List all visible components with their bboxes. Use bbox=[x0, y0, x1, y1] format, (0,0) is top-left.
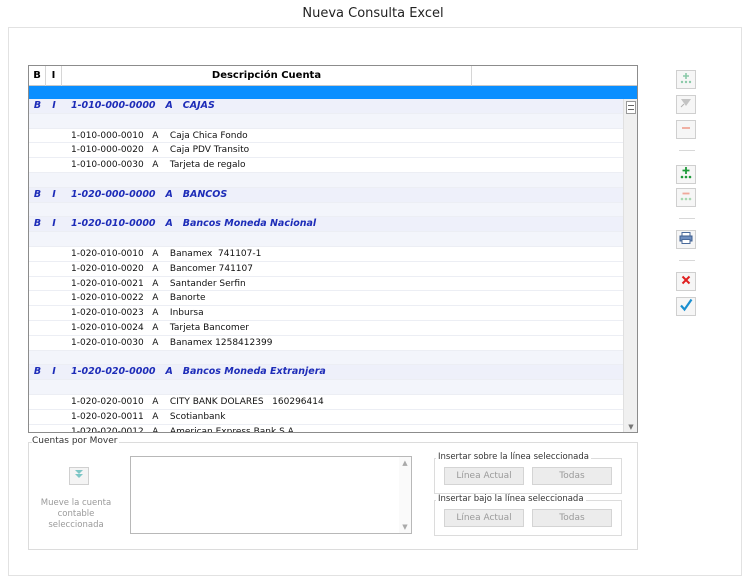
filter-icon bbox=[680, 99, 691, 108]
cell-description: 1-020-020-0012 A American Express Bank S… bbox=[71, 426, 297, 433]
cell-description: 1-020-010-0024 A Tarjeta Bancomer bbox=[71, 322, 249, 333]
remove-group-button[interactable] bbox=[676, 188, 696, 207]
window-title: Nueva Consulta Excel bbox=[302, 6, 444, 21]
scroll-down-icon[interactable]: ▼ bbox=[399, 523, 411, 531]
add-row-icon bbox=[680, 73, 692, 84]
insert-below-current-button[interactable]: Línea Actual bbox=[444, 509, 524, 527]
move-account-button[interactable] bbox=[69, 467, 89, 485]
group-row[interactable]: B I 1-010-000-0000 A CAJAS bbox=[29, 99, 623, 114]
table-row[interactable]: 1-020-020-0011 A Scotianbank bbox=[29, 410, 623, 425]
group-row[interactable]: B I 1-020-000-0000 A BANCOS bbox=[29, 187, 623, 203]
cell-description: 1-020-010-0020 A Bancomer 741107 bbox=[71, 263, 253, 274]
cell-description: 1-010-000-0020 A Caja PDV Transito bbox=[71, 145, 250, 156]
grid-scrollbar[interactable]: ▼ bbox=[623, 99, 637, 432]
insert-above-title: Insertar sobre la línea seleccionada bbox=[436, 452, 591, 462]
blank-row[interactable] bbox=[29, 380, 623, 395]
table-row[interactable]: 1-020-010-0020 A Bancomer 741107 bbox=[29, 262, 623, 277]
cell-i: I bbox=[52, 188, 56, 200]
toolbar-separator bbox=[679, 260, 695, 261]
cancel-button[interactable] bbox=[676, 272, 696, 291]
cell-description: 1-020-010-0022 A Banorte bbox=[71, 293, 206, 304]
cell-i: I bbox=[52, 100, 56, 111]
cell-description: 1-020-010-0010 A Banamex 741107-1 bbox=[71, 248, 262, 259]
blank-row[interactable] bbox=[29, 172, 623, 188]
cell-description: 1-020-010-0030 A Banamex 1258412399 bbox=[71, 337, 273, 348]
insert-above-all-button[interactable]: Todas bbox=[532, 467, 612, 485]
scrollbar-thumb[interactable] bbox=[626, 101, 636, 114]
table-row[interactable]: 1-020-010-0024 A Tarjeta Bancomer bbox=[29, 321, 623, 336]
cell-i: I bbox=[52, 218, 56, 230]
cell-description: 1-020-000-0000 A BANCOS bbox=[71, 188, 228, 200]
table-row[interactable]: 1-020-010-0023 A Inbursa bbox=[29, 306, 623, 321]
cell-b: B bbox=[33, 366, 42, 378]
blank-row[interactable] bbox=[29, 350, 623, 366]
accept-button[interactable] bbox=[676, 297, 696, 316]
accounts-to-move-list[interactable]: ▲ ▼ bbox=[130, 456, 412, 534]
list-scrollbar[interactable]: ▲ ▼ bbox=[399, 457, 411, 533]
header-description[interactable]: Descripción Cuenta bbox=[62, 66, 472, 86]
checkmark-icon bbox=[680, 298, 693, 312]
cell-description: 1-020-010-0023 A Inbursa bbox=[71, 308, 204, 319]
add-row-button[interactable] bbox=[676, 70, 696, 89]
table-row[interactable]: 1-020-010-0030 A Banamex 1258412399 bbox=[29, 336, 623, 351]
print-button[interactable] bbox=[676, 230, 696, 249]
cell-description: 1-020-010-0000 A Bancos Moneda Nacional bbox=[71, 218, 317, 230]
blank-row[interactable] bbox=[29, 113, 623, 129]
selected-row[interactable] bbox=[29, 86, 637, 99]
remove-group-icon bbox=[680, 192, 692, 201]
close-icon bbox=[681, 275, 691, 285]
toolbar-separator bbox=[679, 150, 695, 151]
filter-button[interactable] bbox=[676, 95, 696, 114]
table-row[interactable]: 1-020-010-0022 A Banorte bbox=[29, 291, 623, 307]
table-row[interactable]: 1-020-020-0012 A American Express Bank S… bbox=[29, 425, 623, 433]
header-i[interactable]: I bbox=[46, 66, 62, 86]
header-b[interactable]: B bbox=[29, 66, 46, 86]
cell-description: 1-020-010-0021 A Santander Serfin bbox=[71, 278, 246, 289]
remove-row-icon bbox=[682, 127, 690, 129]
table-row[interactable]: 1-010-000-0030 A Tarjeta de regalo bbox=[29, 158, 623, 173]
table-row[interactable]: 1-020-020-0010 A CITY BANK DOLARES 16029… bbox=[29, 395, 623, 410]
print-icon bbox=[679, 232, 693, 244]
scroll-up-icon[interactable]: ▲ bbox=[399, 459, 411, 467]
grid-rows: B I 1-010-000-0000 A CAJAS 1-010-000-0010 A… bbox=[29, 99, 623, 433]
cell-b: B bbox=[33, 100, 42, 111]
group-row[interactable]: B I 1-020-010-0000 A Bancos Moneda Naciona… bbox=[29, 217, 623, 233]
table-row[interactable]: 1-010-000-0010 A Caja Chica Fondo bbox=[29, 129, 623, 144]
cell-b: B bbox=[33, 218, 42, 230]
insert-below-title: Insertar bajo la línea seleccionada bbox=[436, 494, 586, 504]
cell-description: 1-010-000-0030 A Tarjeta de regalo bbox=[71, 160, 246, 171]
grid-header: B I Descripción Cuenta bbox=[29, 66, 637, 86]
accounts-grid[interactable]: B I Descripción Cuenta B I 1-010-000-0000 … bbox=[28, 65, 638, 433]
cell-i: I bbox=[52, 366, 56, 378]
table-row[interactable]: 1-020-010-0021 A Santander Serfin bbox=[29, 277, 623, 292]
scroll-down-icon[interactable]: ▼ bbox=[624, 421, 637, 432]
blank-row[interactable] bbox=[29, 202, 623, 218]
insert-below-all-button[interactable]: Todas bbox=[532, 509, 612, 527]
cell-description: 1-020-020-0011 A Scotianbank bbox=[71, 411, 226, 422]
blank-row[interactable] bbox=[29, 232, 623, 247]
remove-row-button[interactable] bbox=[676, 120, 696, 139]
cell-description: 1-010-000-0010 A Caja Chica Fondo bbox=[71, 130, 248, 141]
group-row[interactable]: B I 1-020-020-0000 A Bancos Moneda Extranj… bbox=[29, 365, 623, 381]
move-accounts-title: Cuentas por Mover bbox=[32, 436, 120, 446]
move-help-text: Mueve la cuenta contable seleccionada bbox=[40, 498, 112, 530]
table-row[interactable]: 1-020-010-0010 A Banamex 741107-1 bbox=[29, 247, 623, 262]
cell-description: 1-020-020-0000 A Bancos Moneda Extranjer… bbox=[71, 366, 326, 378]
toolbar-separator bbox=[679, 218, 695, 219]
move-down-icon bbox=[75, 470, 83, 478]
cell-description: 1-010-000-0000 A CAJAS bbox=[71, 100, 215, 111]
insert-above-current-button[interactable]: Línea Actual bbox=[444, 467, 524, 485]
add-group-button[interactable] bbox=[676, 165, 696, 184]
cell-description: 1-020-020-0010 A CITY BANK DOLARES 16029… bbox=[71, 396, 324, 407]
add-group-icon bbox=[680, 167, 692, 179]
cell-b: B bbox=[33, 188, 42, 200]
table-row[interactable]: 1-010-000-0020 A Caja PDV Transito bbox=[29, 143, 623, 159]
